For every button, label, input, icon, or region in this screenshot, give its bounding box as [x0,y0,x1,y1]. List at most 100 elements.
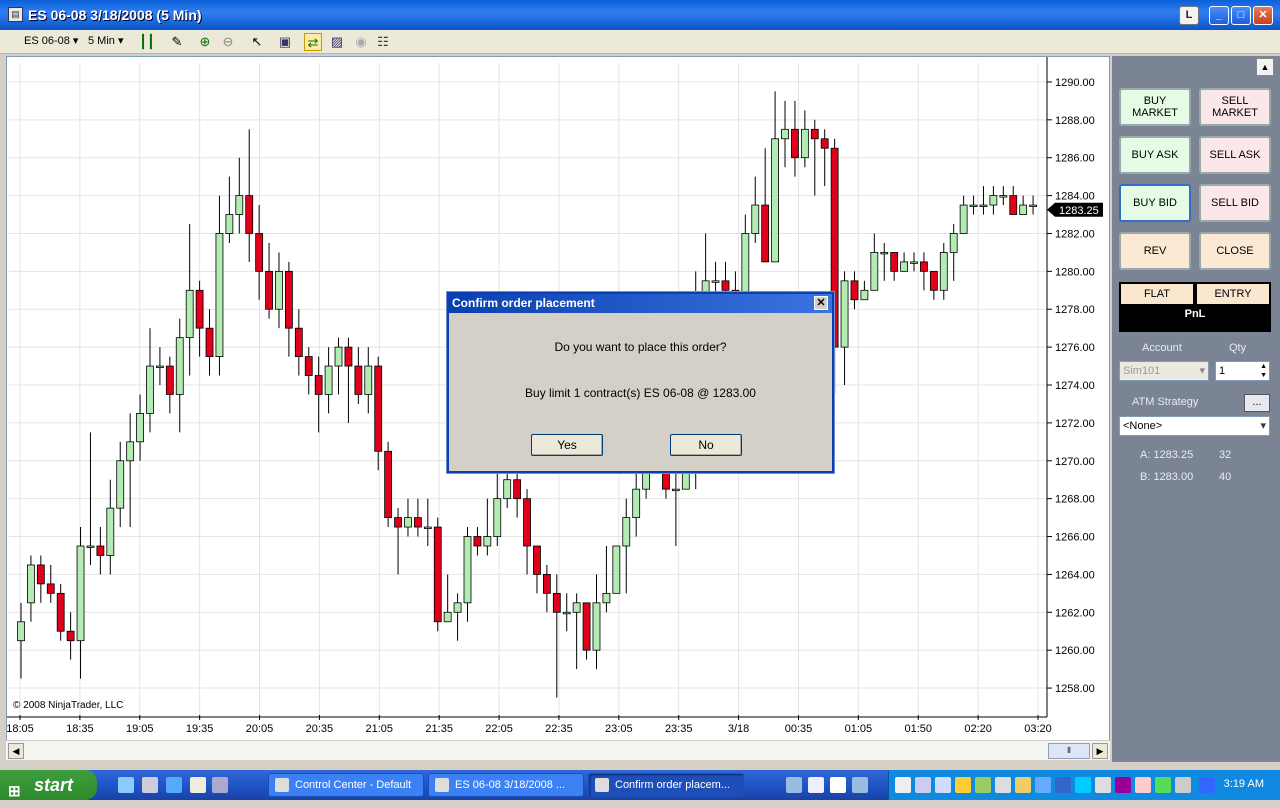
drawing-tool-icon[interactable]: ✎ [168,33,186,51]
close-position-button[interactable]: CLOSE [1199,232,1271,270]
quicklaunch-chart-icon[interactable] [212,777,228,793]
tray-app-icon[interactable] [1135,777,1151,793]
quicklaunch-doc-icon[interactable] [142,777,158,793]
chart-trader-icon[interactable]: ⇄ [304,33,322,51]
candle-body [165,365,174,395]
candle-body [404,517,412,528]
quicklaunch-ie-icon[interactable] [118,777,134,793]
no-button[interactable]: No [670,434,742,456]
horizontal-scrollbar[interactable]: ◀ ⦀ ▶ [6,740,1110,760]
minimize-button[interactable]: _ [1209,6,1229,25]
tray-app-icon[interactable] [1075,777,1091,793]
tray-app-icon[interactable] [975,777,991,793]
start-button[interactable]: ⊞ start [0,770,97,800]
task-control-center[interactable]: Control Center - Default [268,773,424,797]
tray-app-icon[interactable] [915,777,931,793]
candle-body [334,346,343,367]
buy-market-button[interactable]: BUY MARKET [1119,88,1191,126]
y-tick-label: 1266.00 [1055,532,1095,544]
pointer-icon[interactable]: ↖ [248,33,266,51]
x-tick-label: 01:05 [845,723,873,735]
candle-body [671,488,680,492]
account-dropdown[interactable]: Sim101 ▾ [1119,361,1209,381]
tray-app-icon[interactable] [955,777,971,793]
tray-app-icon[interactable] [1175,777,1191,793]
qty-value: 1 [1219,365,1226,377]
maximize-button[interactable]: □ [1231,6,1251,25]
sell-ask-button[interactable]: SELL ASK [1199,136,1271,174]
layout-button[interactable]: L [1179,6,1199,25]
candle-body [285,270,293,329]
close-button[interactable]: ✕ [1253,6,1273,25]
tray-network-icon[interactable] [895,777,911,793]
tray-app-icon[interactable] [1035,777,1051,793]
scroll-right-button[interactable]: ▶ [1092,743,1108,759]
candle-body [612,545,621,594]
data-box-icon[interactable]: ▣ [276,33,294,51]
indicators-icon[interactable]: ▨ [328,33,346,51]
task-chart-window[interactable]: ES 06-08 3/18/2008 ... [428,773,584,797]
task-icon [275,778,289,792]
x-tick-label: 3/18 [728,723,749,735]
tray-app-icon[interactable] [1055,777,1071,793]
toolbar-expand-icon[interactable] [852,777,868,793]
candle-body [126,441,135,462]
account-label: Account [1142,342,1182,354]
sell-market-button[interactable]: SELL MARKET [1199,88,1271,126]
task-confirm-dialog[interactable]: Confirm order placem... [588,773,744,797]
x-tick-label: 21:35 [425,723,453,735]
properties-icon[interactable]: ☷ [374,33,392,51]
entry-label: ENTRY [1197,284,1269,304]
candle-body [354,365,363,395]
atm-strategy-dropdown[interactable]: <None> ▾ [1119,416,1270,436]
atm-options-button[interactable]: ... [1244,394,1270,412]
tray-app-icon[interactable] [995,777,1011,793]
candle-body [443,611,452,623]
candle-body [46,583,55,594]
buy-ask-button[interactable]: BUY ASK [1119,136,1191,174]
reverse-button[interactable]: REV [1119,232,1191,270]
period-label: 5 Min [88,35,115,47]
candlestick-style-icon[interactable]: ┃┃ [138,33,156,51]
dialog-close-icon[interactable]: ✕ [814,296,828,310]
qty-stepper[interactable]: 1 ▲ ▼ [1215,361,1270,381]
tray-app-icon[interactable] [1015,777,1031,793]
y-tick-label: 1278.00 [1055,304,1095,316]
app-icon: ▤ [8,7,23,22]
toolbar-pen-icon[interactable] [786,777,802,793]
collapse-panel-icon[interactable]: ▲ [1256,58,1274,76]
tray-app-icon[interactable] [1095,777,1111,793]
task-icon [435,778,449,792]
stepper-arrows-icon[interactable]: ▲ ▼ [1260,362,1267,380]
y-tick-label: 1280.00 [1055,266,1095,278]
candle-body [791,128,799,159]
y-tick-label: 1284.00 [1055,191,1095,203]
atm-strategy-value: <None> [1123,420,1163,432]
yes-button[interactable]: Yes [531,434,603,456]
sell-bid-button[interactable]: SELL BID [1199,184,1271,222]
instrument-selector[interactable]: ES 06-08 ▾ [24,34,78,47]
buy-bid-button[interactable]: BUY BID [1119,184,1191,222]
x-tick-label: 22:05 [485,723,513,735]
tray-app-icon[interactable] [935,777,951,793]
tray-app-icon[interactable] [1155,777,1171,793]
strategies-icon[interactable]: ◉ [352,33,370,51]
toolbar-help-icon[interactable] [830,777,846,793]
zoom-in-icon[interactable]: ⊕ [196,33,214,51]
tray-app-icon[interactable] [1115,777,1131,793]
candle-body [36,564,45,585]
tray-app-icon[interactable] [1199,777,1215,793]
qty-label: Qty [1229,342,1247,354]
candle-body [1009,195,1018,215]
candle-body [27,564,35,604]
x-tick-label: 19:05 [126,723,154,735]
candle-body [463,536,472,604]
toolbar-lang-icon[interactable] [808,777,824,793]
scroll-left-button[interactable]: ◀ [8,743,24,759]
window-title: ES 06-08 3/18/2008 (5 Min) [28,7,202,23]
zoom-out-icon[interactable]: ⊖ [219,33,237,51]
scroll-thumb[interactable]: ⦀ [1048,743,1090,759]
quicklaunch-browser-icon[interactable] [166,777,182,793]
period-selector[interactable]: 5 Min ▾ [88,34,123,47]
quicklaunch-app-icon[interactable] [190,777,206,793]
